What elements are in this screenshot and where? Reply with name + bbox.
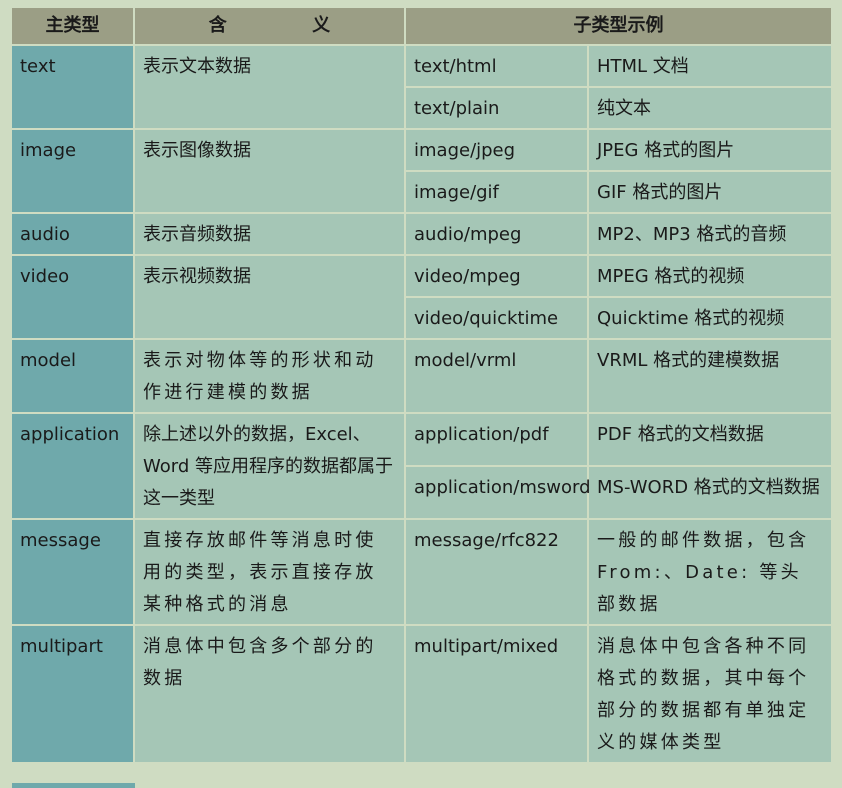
subtype-description-cell: 消息体中包含各种不同格式的数据，其中每个部分的数据都有单独定义的媒体类型 [589, 626, 831, 764]
header-meaning-label: 含 义 [208, 15, 370, 36]
subtype-description-cell: MP2、MP3 格式的音频 [589, 214, 831, 256]
table-row: text 表示文本数据 text/html HTML 文档 [12, 46, 831, 130]
meaning-cell: 除上述以外的数据，Excel、Word 等应用程序的数据都属于这一类型 [135, 414, 406, 520]
table-row: multipart 消息体中包含多个部分的数据 multipart/mixed 消息体… [12, 626, 831, 764]
subtype-description-cell: 一般的邮件数据，包含 From:、Date: 等头部数据 [589, 520, 831, 626]
meaning-cell: 表示对物体等的形状和动作进行建模的数据 [135, 340, 406, 414]
table-row: audio 表示音频数据 audio/mpeg MP2、MP3 格式的音频 [12, 214, 831, 256]
table-row: message 直接存放邮件等消息时使用的类型，表示直接存放某种格式的消息 mess… [12, 520, 831, 626]
table-bottom-strip [12, 783, 831, 788]
meaning-cell: 表示图像数据 [135, 130, 406, 214]
table-row: image 表示图像数据 image/jpeg JPEG 格式的图片 [12, 130, 831, 214]
subtype-description-cell: MPEG 格式的视频 [589, 256, 831, 298]
subtype-description-cell: GIF 格式的图片 [589, 172, 831, 214]
subtype-cell: audio/mpeg [406, 214, 589, 256]
table-body: text 表示文本数据 text/html HTML 文档 text/plain 纯文本 i… [12, 46, 831, 764]
subtype-cell: image/gif [406, 172, 589, 214]
subtype-description-cell: Quicktime 格式的视频 [589, 298, 831, 340]
header-row: 主类型 含 义 子类型示例 [12, 8, 831, 46]
main-type-cell: video [12, 256, 135, 340]
subtype-cell: application/pdf [406, 414, 589, 467]
main-type-cell: audio [12, 214, 135, 256]
subtype-cell: text/html [406, 46, 589, 88]
meaning-cell: 表示文本数据 [135, 46, 406, 130]
main-type-cell: text [12, 46, 135, 130]
mime-type-table-wrapper: 主类型 含 义 子类型示例 text 表示文本数据 text/html HTML 文档… [12, 8, 831, 764]
header-subtype-example: 子类型示例 [406, 8, 831, 46]
subtype-description-cell: HTML 文档 [589, 46, 831, 88]
subtype-cell: model/vrml [406, 340, 589, 414]
bottom-strip-main [12, 783, 135, 788]
table-row: video 表示视频数据 video/mpeg MPEG 格式的视频 [12, 256, 831, 340]
subtype-cell: image/jpeg [406, 130, 589, 172]
subtype-description-cell: 纯文本 [589, 88, 831, 130]
main-type-cell: message [12, 520, 135, 626]
subtype-cell: message/rfc822 [406, 520, 589, 626]
meaning-cell: 消息体中包含多个部分的数据 [135, 626, 406, 764]
subtype-cell: text/plain [406, 88, 589, 130]
main-type-cell: multipart [12, 626, 135, 764]
subtype-description-cell: JPEG 格式的图片 [589, 130, 831, 172]
mime-type-table: 主类型 含 义 子类型示例 text 表示文本数据 text/html HTML 文档… [12, 8, 831, 764]
subtype-cell: video/mpeg [406, 256, 589, 298]
header-main-type: 主类型 [12, 8, 135, 46]
main-type-cell: image [12, 130, 135, 214]
subtype-cell: application/msword [406, 467, 591, 520]
table-row: model 表示对物体等的形状和动作进行建模的数据 model/vrml VRML 格… [12, 340, 831, 414]
subtype-description-cell: MS-WORD 格式的文档数据 [589, 467, 831, 520]
meaning-cell: 表示音频数据 [135, 214, 406, 256]
subtype-description-cell: PDF 格式的文档数据 [589, 414, 831, 467]
subtype-description-cell: VRML 格式的建模数据 [589, 340, 831, 414]
meaning-cell: 表示视频数据 [135, 256, 406, 340]
table-row: application 除上述以外的数据，Excel、Word 等应用程序的数据都… [12, 414, 831, 520]
main-type-cell: application [12, 414, 135, 520]
subtype-cell: video/quicktime [406, 298, 589, 340]
subtype-cell: multipart/mixed [406, 626, 589, 764]
meaning-cell: 直接存放邮件等消息时使用的类型，表示直接存放某种格式的消息 [135, 520, 406, 626]
main-type-cell: model [12, 340, 135, 414]
header-meaning: 含 义 [135, 8, 406, 46]
